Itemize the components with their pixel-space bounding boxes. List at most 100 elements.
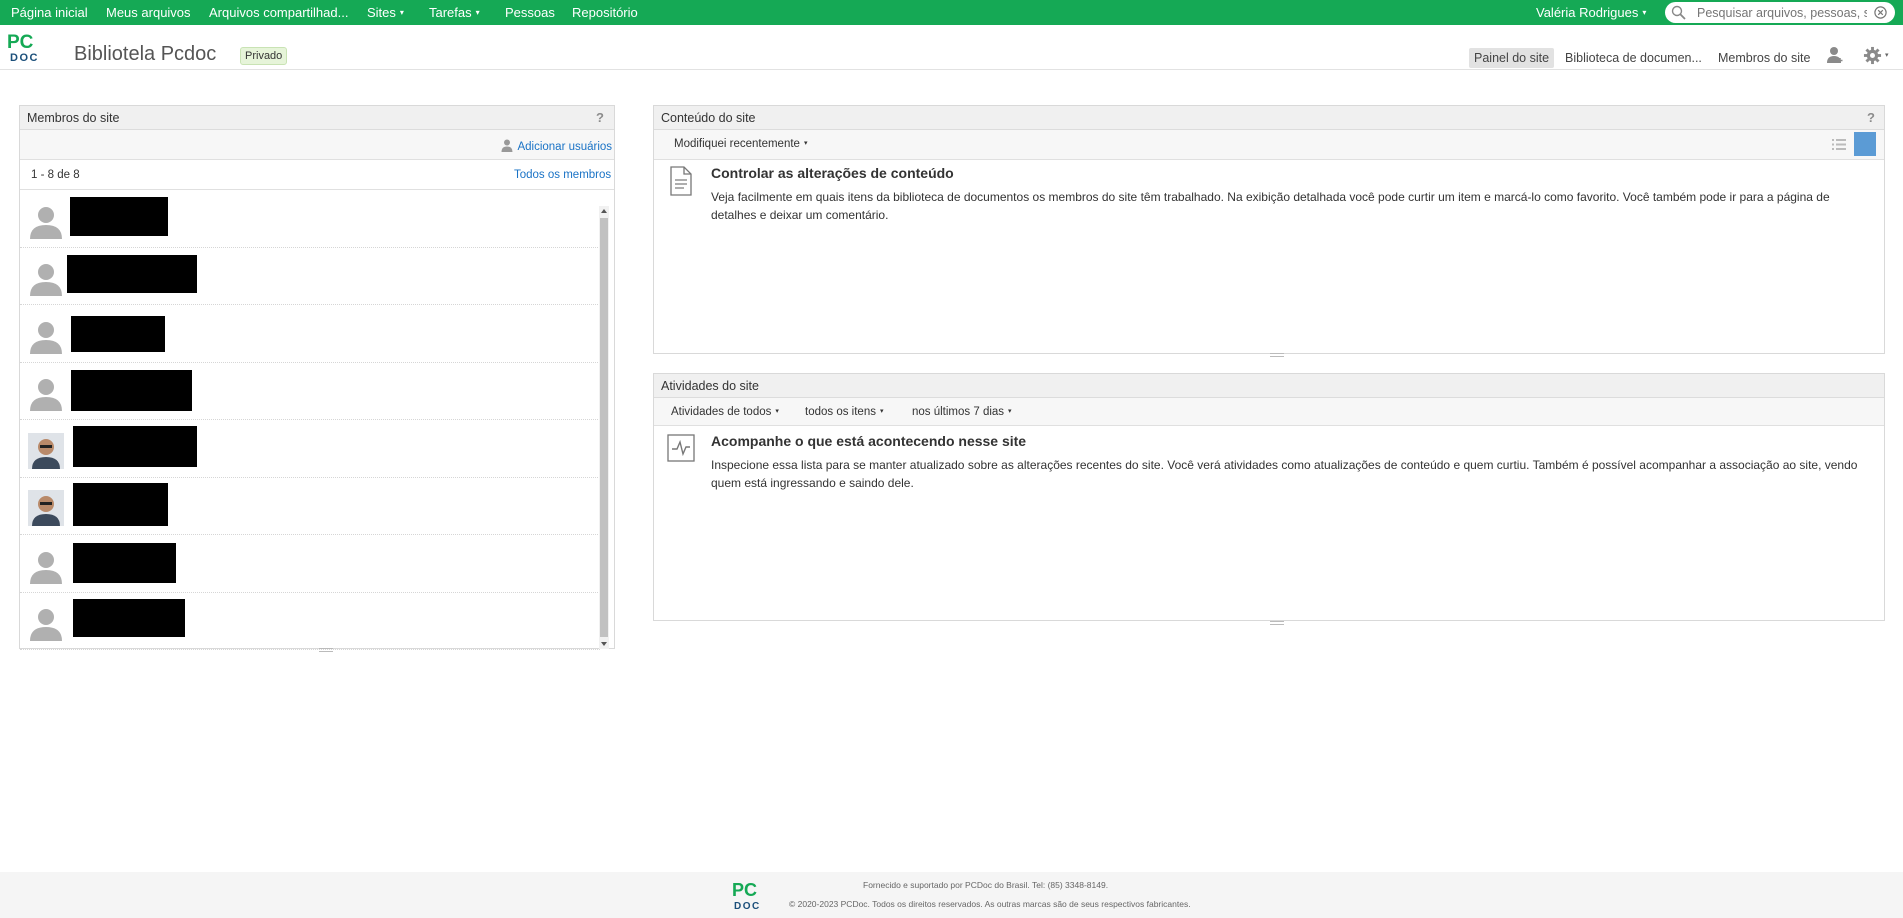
dashlet-resize-handle[interactable] bbox=[319, 648, 333, 652]
nav-tasks-label: Tarefas bbox=[429, 5, 472, 20]
default-avatar-icon[interactable] bbox=[28, 260, 64, 296]
site-content-dashlet: Conteúdo do site ? Modifiquei recentemen… bbox=[653, 105, 1885, 357]
redacted-member-name bbox=[73, 599, 185, 637]
redacted-member-name bbox=[70, 197, 168, 236]
help-icon[interactable]: ? bbox=[1867, 110, 1875, 125]
filter-label: Modifiquei recentemente bbox=[674, 138, 800, 150]
member-photo-avatar[interactable] bbox=[28, 433, 64, 469]
chevron-down-icon: ▾ bbox=[1008, 408, 1012, 415]
recently-modified-filter[interactable]: Modifiquei recentemente ▾ bbox=[674, 138, 807, 150]
chevron-down-icon: ▾ bbox=[399, 8, 404, 17]
search-icon[interactable] bbox=[1671, 5, 1686, 20]
member-row[interactable] bbox=[20, 593, 600, 650]
filter-label: todos os itens bbox=[805, 406, 876, 418]
redacted-member-name bbox=[73, 483, 168, 526]
add-users-link[interactable]: Adicionar usuários bbox=[501, 137, 612, 155]
svg-text:DOC: DOC bbox=[10, 52, 39, 62]
scroll-down-icon[interactable] bbox=[600, 640, 608, 648]
scroll-up-icon[interactable] bbox=[600, 207, 608, 215]
footer-support-text: Fornecido e suportado por PCDoc do Brasi… bbox=[863, 880, 1109, 890]
redacted-member-name bbox=[73, 543, 176, 583]
tab-document-library[interactable]: Biblioteca de documen... bbox=[1560, 48, 1707, 68]
member-photo-avatar[interactable] bbox=[28, 490, 64, 526]
member-row[interactable] bbox=[20, 536, 600, 593]
default-avatar-icon[interactable] bbox=[28, 318, 64, 354]
activity-icon bbox=[667, 434, 695, 462]
scrollbar-thumb[interactable] bbox=[600, 218, 608, 637]
dashlet-resize-handle[interactable] bbox=[1270, 621, 1284, 625]
filter-label: nos últimos 7 dias bbox=[912, 406, 1005, 418]
redacted-member-name bbox=[71, 370, 192, 411]
all-members-link[interactable]: Todos os membros bbox=[514, 169, 611, 181]
default-avatar-icon[interactable] bbox=[28, 548, 64, 584]
nav-sites[interactable]: Sites ▾ bbox=[367, 5, 404, 20]
activities-empty-title: Acompanhe o que está acontecendo nesse s… bbox=[711, 433, 1027, 449]
dashlet-title: Conteúdo do site bbox=[654, 106, 1884, 130]
tab-site-dashboard[interactable]: Painel do site bbox=[1469, 48, 1555, 68]
chevron-down-icon: ▾ bbox=[879, 408, 884, 415]
user-icon bbox=[501, 139, 513, 152]
nav-people[interactable]: Pessoas bbox=[505, 5, 555, 20]
content-empty-title: Controlar as alterações de conteúdo bbox=[711, 165, 954, 181]
pcdoc-footer-logo: PC DOC bbox=[732, 880, 761, 910]
site-members-dashlet: Membros do site ? Adicionar usuários 1 -… bbox=[19, 105, 615, 652]
redacted-member-name bbox=[73, 426, 197, 467]
activities-period-filter[interactable]: nos últimos 7 dias ▾ bbox=[912, 406, 1012, 418]
nav-home[interactable]: Página inicial bbox=[11, 5, 88, 20]
members-paging-bar: 1 - 8 de 8 Todos os membros bbox=[20, 160, 614, 190]
nav-my-files[interactable]: Meus arquivos bbox=[106, 5, 191, 20]
help-icon[interactable]: ? bbox=[596, 110, 604, 125]
nav-shared-files[interactable]: Arquivos compartilhad... bbox=[209, 5, 348, 20]
chevron-down-icon: ▾ bbox=[1642, 8, 1647, 17]
dashlet-resize-handle[interactable] bbox=[1270, 353, 1284, 357]
member-row[interactable] bbox=[20, 421, 600, 478]
default-avatar-icon[interactable] bbox=[28, 375, 64, 411]
document-icon bbox=[670, 166, 692, 196]
add-user-icon[interactable] bbox=[1826, 46, 1844, 64]
svg-text:DOC: DOC bbox=[734, 901, 761, 910]
page-footer: PC DOC Fornecido e suportado por PCDoc d… bbox=[0, 872, 1903, 918]
pcdoc-logo[interactable]: PC DOC bbox=[6, 32, 56, 62]
member-row[interactable] bbox=[20, 191, 600, 248]
svg-text:PC: PC bbox=[732, 880, 757, 900]
svg-text:PC: PC bbox=[7, 32, 34, 53]
nav-sites-label: Sites bbox=[367, 5, 396, 20]
tab-site-members[interactable]: Membros do site bbox=[1713, 48, 1815, 68]
members-toolbar: Adicionar usuários bbox=[20, 130, 614, 160]
member-row[interactable] bbox=[20, 478, 600, 535]
chevron-down-icon: ▾ bbox=[475, 8, 480, 17]
search-box bbox=[1665, 2, 1895, 23]
chevron-down-icon[interactable]: ▾ bbox=[1885, 51, 1889, 59]
default-avatar-icon[interactable] bbox=[28, 203, 64, 239]
site-title: Bibliotela Pcdoc bbox=[74, 43, 217, 65]
member-row[interactable] bbox=[20, 363, 600, 420]
gear-icon[interactable] bbox=[1863, 46, 1882, 65]
filter-label: Atividades de todos bbox=[671, 406, 772, 418]
top-navigation-bar: Página inicial Meus arquivos Arquivos co… bbox=[0, 0, 1903, 25]
member-row[interactable] bbox=[20, 306, 600, 363]
list-view-icon[interactable] bbox=[1832, 139, 1846, 150]
member-list bbox=[20, 191, 600, 651]
content-empty-text: Veja facilmente em quais itens da biblio… bbox=[711, 190, 1830, 222]
user-menu[interactable]: Valéria Rodrigues ▾ bbox=[1536, 5, 1646, 20]
member-row[interactable] bbox=[20, 248, 600, 305]
dashlet-title: Atividades do site bbox=[654, 374, 1884, 398]
activities-toolbar: Atividades de todos ▾ todos os itens ▾ nos… bbox=[654, 398, 1884, 426]
member-count: 1 - 8 de 8 bbox=[31, 169, 80, 181]
activities-empty-text: Inspecione essa lista para se manter atu… bbox=[711, 458, 1858, 490]
nav-tasks[interactable]: Tarefas ▾ bbox=[429, 5, 480, 20]
clear-search-icon[interactable] bbox=[1874, 6, 1887, 19]
privacy-badge: Privado bbox=[240, 47, 288, 65]
content-toolbar: Modifiquei recentemente ▾ bbox=[654, 130, 1884, 160]
footer-copyright: © 2020-2023 PCDoc. Todos os direitos res… bbox=[789, 899, 1191, 909]
activities-user-filter[interactable]: Atividades de todos ▾ bbox=[671, 406, 779, 418]
default-avatar-icon[interactable] bbox=[28, 605, 64, 641]
nav-repository[interactable]: Repositório bbox=[572, 5, 638, 20]
dashlet-title: Membros do site bbox=[20, 106, 614, 130]
search-input[interactable] bbox=[1697, 5, 1867, 20]
detailed-view-button[interactable] bbox=[1854, 132, 1876, 156]
activities-item-filter[interactable]: todos os itens ▾ bbox=[805, 406, 883, 418]
site-header: PC DOC Bibliotela Pcdoc Privado Painel d… bbox=[0, 25, 1903, 70]
add-users-label: Adicionar usuários bbox=[517, 141, 613, 153]
member-list-scrollbar[interactable] bbox=[599, 206, 609, 649]
